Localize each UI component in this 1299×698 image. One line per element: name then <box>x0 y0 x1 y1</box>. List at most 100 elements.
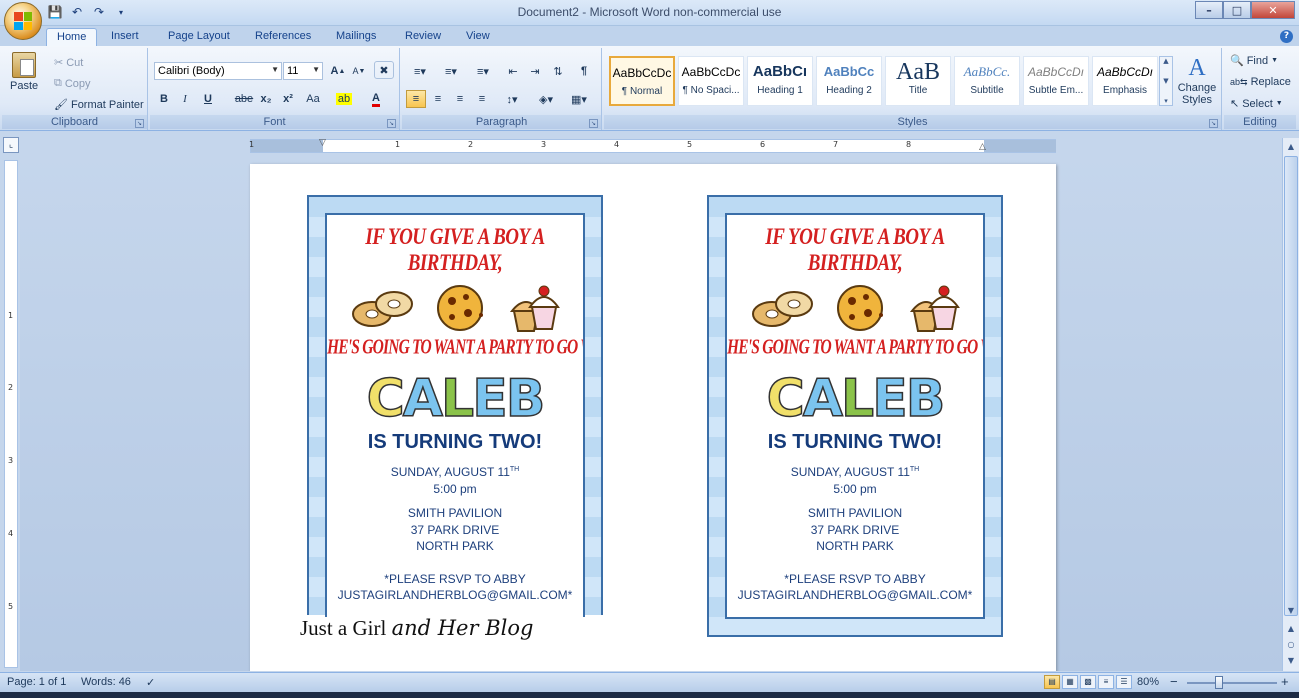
proofing-icon[interactable]: ✓ <box>146 676 155 689</box>
scrollbar-thumb[interactable] <box>1284 156 1298 616</box>
highlight-icon[interactable]: ab <box>332 90 356 108</box>
find-button[interactable]: 🔍 Find ▼ <box>1230 54 1278 68</box>
multilevel-list-icon[interactable]: ≡▾ <box>468 62 498 80</box>
clear-formatting-icon[interactable]: ✖ <box>374 61 394 79</box>
style-subtitle[interactable]: AaBbCc. Subtitle <box>954 56 1020 106</box>
style-normal[interactable]: AaBbCcDc ¶ Normal <box>609 56 675 106</box>
page-count[interactable]: Page: 1 of 1 <box>7 676 66 688</box>
copy-button[interactable]: ⧉ Copy <box>54 77 91 90</box>
zoom-level[interactable]: 80% <box>1137 676 1159 688</box>
shading-icon[interactable]: ◈▾ <box>532 90 560 108</box>
font-launcher-icon[interactable]: ↘ <box>387 119 396 128</box>
style-heading-1[interactable]: AaBbCı Heading 1 <box>747 56 813 106</box>
zoom-slider-handle[interactable] <box>1215 676 1223 689</box>
document-area[interactable]: IF YOU GIVE A BOY A BIRTHDAY, HE'S GOING… <box>20 154 1282 671</box>
font-size-dropdown[interactable]: 11 ▼ <box>283 62 323 80</box>
horizontal-ruler[interactable]: 1 1 2 3 4 5 6 7 8 ▽ △ <box>249 138 1056 153</box>
zoom-slider[interactable] <box>1187 682 1277 684</box>
change-styles-button[interactable]: A Change Styles <box>1176 54 1218 106</box>
style-emphasis[interactable]: AaBbCcDı Emphasis <box>1092 56 1158 106</box>
word-count[interactable]: Words: 46 <box>81 676 131 688</box>
outline-icon[interactable]: ≡ <box>1098 675 1114 689</box>
vertical-ruler[interactable]: 1 2 3 4 5 <box>4 160 18 668</box>
scroll-up-icon[interactable]: ▲ <box>1283 138 1299 154</box>
ruler-number: 4 <box>8 529 14 538</box>
style-heading-2[interactable]: AaBbCc Heading 2 <box>816 56 882 106</box>
title-bar: 💾 ↶ ↷ ▾ Document2 - Microsoft Word non-c… <box>0 0 1299 26</box>
zoom-out-button[interactable]: − <box>1170 674 1178 689</box>
chevron-down-icon[interactable]: ▼ <box>1163 77 1168 85</box>
font-color-icon[interactable]: A <box>364 90 388 108</box>
close-button[interactable]: ✕ <box>1251 1 1295 19</box>
tab-selector-icon[interactable]: ⌞ <box>3 137 19 153</box>
align-left-icon[interactable]: ≡ <box>406 90 426 108</box>
tab-review[interactable]: Review <box>395 28 451 47</box>
tab-references[interactable]: References <box>245 28 321 47</box>
increase-indent-icon[interactable]: ⇥ <box>525 62 545 80</box>
shrink-font-button[interactable]: A ▼ <box>349 62 369 80</box>
browse-object-icon[interactable]: ○ <box>1283 636 1299 652</box>
style-title[interactable]: AaB Title <box>885 56 951 106</box>
replace-button[interactable]: ab⇆ Replace <box>1230 76 1291 88</box>
more-icon[interactable]: ▾ <box>1164 97 1168 105</box>
document-page[interactable]: IF YOU GIVE A BOY A BIRTHDAY, HE'S GOING… <box>250 164 1056 671</box>
decrease-indent-icon[interactable]: ⇤ <box>503 62 523 80</box>
office-button[interactable] <box>4 2 42 40</box>
numbering-icon[interactable]: ≡▾ <box>437 62 465 80</box>
full-screen-reading-icon[interactable]: ▦ <box>1062 675 1078 689</box>
subscript-button[interactable]: x₂ <box>256 90 276 108</box>
style-subtle-emphasis[interactable]: AaBbCcDı Subtle Em... <box>1023 56 1089 106</box>
sort-icon[interactable]: ⇅ <box>548 62 568 80</box>
italic-button[interactable]: I <box>175 90 195 108</box>
justify-icon[interactable]: ≡ <box>472 90 492 108</box>
chevron-up-icon[interactable]: ▲ <box>1163 57 1168 65</box>
indent-marker-icon[interactable]: ▽ <box>319 138 326 148</box>
ruler-number: 3 <box>8 456 14 465</box>
styles-launcher-icon[interactable]: ↘ <box>1209 119 1218 128</box>
zoom-in-button[interactable]: + <box>1281 674 1289 689</box>
format-painter-button[interactable]: 🖌 Format Painter <box>54 98 144 112</box>
next-page-icon[interactable]: ▼ <box>1283 652 1299 668</box>
paste-button[interactable]: Paste <box>10 52 38 92</box>
borders-icon[interactable]: ▦▾ <box>564 90 594 108</box>
styles-gallery-scroll[interactable]: ▲ ▼ ▾ <box>1159 56 1173 106</box>
cut-button[interactable]: ✂ Cut <box>54 56 83 70</box>
invitation-card-right[interactable]: IF YOU GIVE A BOY A BIRTHDAY, HE'S GOING… <box>707 195 1003 637</box>
style-no-spacing[interactable]: AaBbCcDc ¶ No Spaci... <box>678 56 744 106</box>
paragraph-launcher-icon[interactable]: ↘ <box>589 119 598 128</box>
align-right-icon[interactable]: ≡ <box>450 90 470 108</box>
date-text: SUNDAY, AUGUST 11 <box>390 465 510 479</box>
strikethrough-button[interactable]: abe <box>232 90 256 108</box>
line-spacing-icon[interactable]: ↕▾ <box>498 90 526 108</box>
show-marks-icon[interactable]: ¶ <box>574 62 594 80</box>
scroll-down-icon[interactable]: ▼ <box>1283 602 1299 618</box>
select-button[interactable]: ↖ Select ▼ <box>1230 97 1283 111</box>
align-center-icon[interactable]: ≡ <box>428 90 448 108</box>
font-name-dropdown[interactable]: Calibri (Body) ▼ <box>154 62 282 80</box>
bold-button[interactable]: B <box>154 90 174 108</box>
print-layout-icon[interactable]: ▤ <box>1044 675 1060 689</box>
tab-home[interactable]: Home <box>46 28 98 47</box>
style-sample: AaBbCcDı <box>1096 65 1154 79</box>
tab-page-layout[interactable]: Page Layout <box>158 28 240 47</box>
change-case-button[interactable]: Aa <box>300 90 326 108</box>
invitation-card-left[interactable]: IF YOU GIVE A BOY A BIRTHDAY, HE'S GOING… <box>307 195 603 617</box>
draft-icon[interactable]: ☰ <box>1116 675 1132 689</box>
previous-page-icon[interactable]: ▲ <box>1283 620 1299 636</box>
maximize-button[interactable]: □ <box>1223 1 1251 19</box>
bullets-icon[interactable]: ≡▾ <box>406 62 434 80</box>
tab-mailings[interactable]: Mailings <box>326 28 386 47</box>
tab-view[interactable]: View <box>456 28 500 47</box>
grow-font-button[interactable]: A ▲ <box>328 62 348 80</box>
vertical-scrollbar[interactable]: ▲ ▼ ▲ ○ ▼ <box>1282 138 1299 671</box>
help-icon[interactable]: ? <box>1280 30 1293 43</box>
clipboard-launcher-icon[interactable]: ↘ <box>135 119 144 128</box>
minimize-button[interactable]: – <box>1195 1 1223 19</box>
right-indent-marker-icon[interactable]: △ <box>979 142 986 152</box>
change-styles-label: Change Styles <box>1177 82 1217 106</box>
underline-button[interactable]: U <box>198 90 218 108</box>
tab-insert[interactable]: Insert <box>101 28 149 47</box>
web-layout-icon[interactable]: ▩ <box>1080 675 1096 689</box>
superscript-button[interactable]: x² <box>278 90 298 108</box>
ruler-number: 1 <box>249 140 255 149</box>
